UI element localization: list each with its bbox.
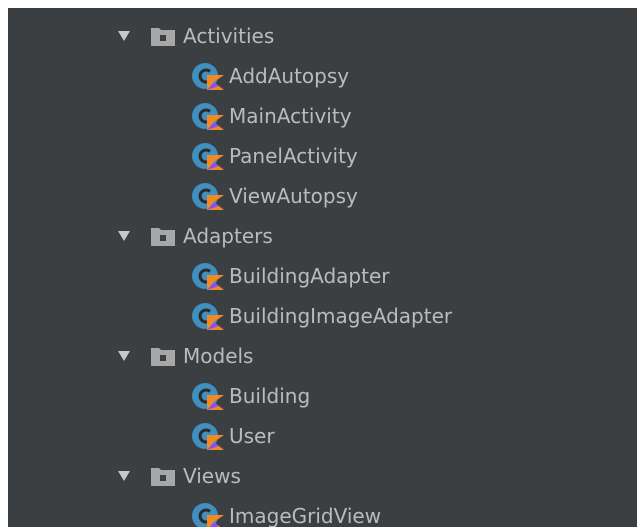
folder-icon [151, 468, 175, 486]
folder-label: Views [183, 464, 241, 488]
kotlin-class-icon [192, 423, 224, 450]
file-label: MainActivity [229, 104, 352, 128]
tree-file-item[interactable]: MainActivity [8, 96, 637, 136]
tree-file-item[interactable]: ViewAutopsy [8, 176, 637, 216]
kotlin-class-icon [192, 303, 224, 330]
folder-label: Activities [183, 24, 275, 48]
chevron-down-icon[interactable] [118, 471, 130, 481]
file-label: BuildingImageAdapter [229, 304, 453, 328]
tree-file-item[interactable]: BuildingImageAdapter [8, 296, 637, 336]
file-label: PanelActivity [229, 144, 358, 168]
kotlin-class-icon [192, 263, 224, 290]
file-label: Building [229, 384, 311, 408]
chevron-down-icon[interactable] [118, 231, 130, 241]
tree-folder-views[interactable]: Views [8, 456, 637, 496]
tree-folder-adapters[interactable]: Adapters [8, 216, 637, 256]
chevron-down-icon[interactable] [118, 31, 130, 41]
tree-file-item[interactable]: ImageGridView [8, 496, 637, 527]
kotlin-class-icon [192, 383, 224, 410]
folder-icon [151, 228, 175, 246]
tree-file-item[interactable]: Building [8, 376, 637, 416]
kotlin-class-icon [192, 183, 224, 210]
folder-icon [151, 28, 175, 46]
tree-file-item[interactable]: User [8, 416, 637, 456]
kotlin-class-icon [192, 103, 224, 130]
file-label: AddAutopsy [229, 64, 350, 88]
kotlin-class-icon [192, 503, 224, 527]
kotlin-class-icon [192, 63, 224, 90]
kotlin-class-icon [192, 143, 224, 170]
tree-file-item[interactable]: AddAutopsy [8, 56, 637, 96]
folder-icon [151, 348, 175, 366]
chevron-down-icon[interactable] [118, 351, 130, 361]
tree-file-item[interactable]: PanelActivity [8, 136, 637, 176]
file-label: ImageGridView [229, 504, 382, 527]
folder-label: Models [183, 344, 254, 368]
file-label: User [229, 424, 275, 448]
folder-label: Adapters [183, 224, 273, 248]
project-tree: Activities AddAutopsy MainActivity Panel… [8, 16, 637, 527]
file-label: BuildingAdapter [229, 264, 390, 288]
project-tree-panel: Activities AddAutopsy MainActivity Panel… [8, 8, 637, 527]
tree-file-item[interactable]: BuildingAdapter [8, 256, 637, 296]
file-label: ViewAutopsy [229, 184, 358, 208]
tree-folder-models[interactable]: Models [8, 336, 637, 376]
tree-folder-activities[interactable]: Activities [8, 16, 637, 56]
